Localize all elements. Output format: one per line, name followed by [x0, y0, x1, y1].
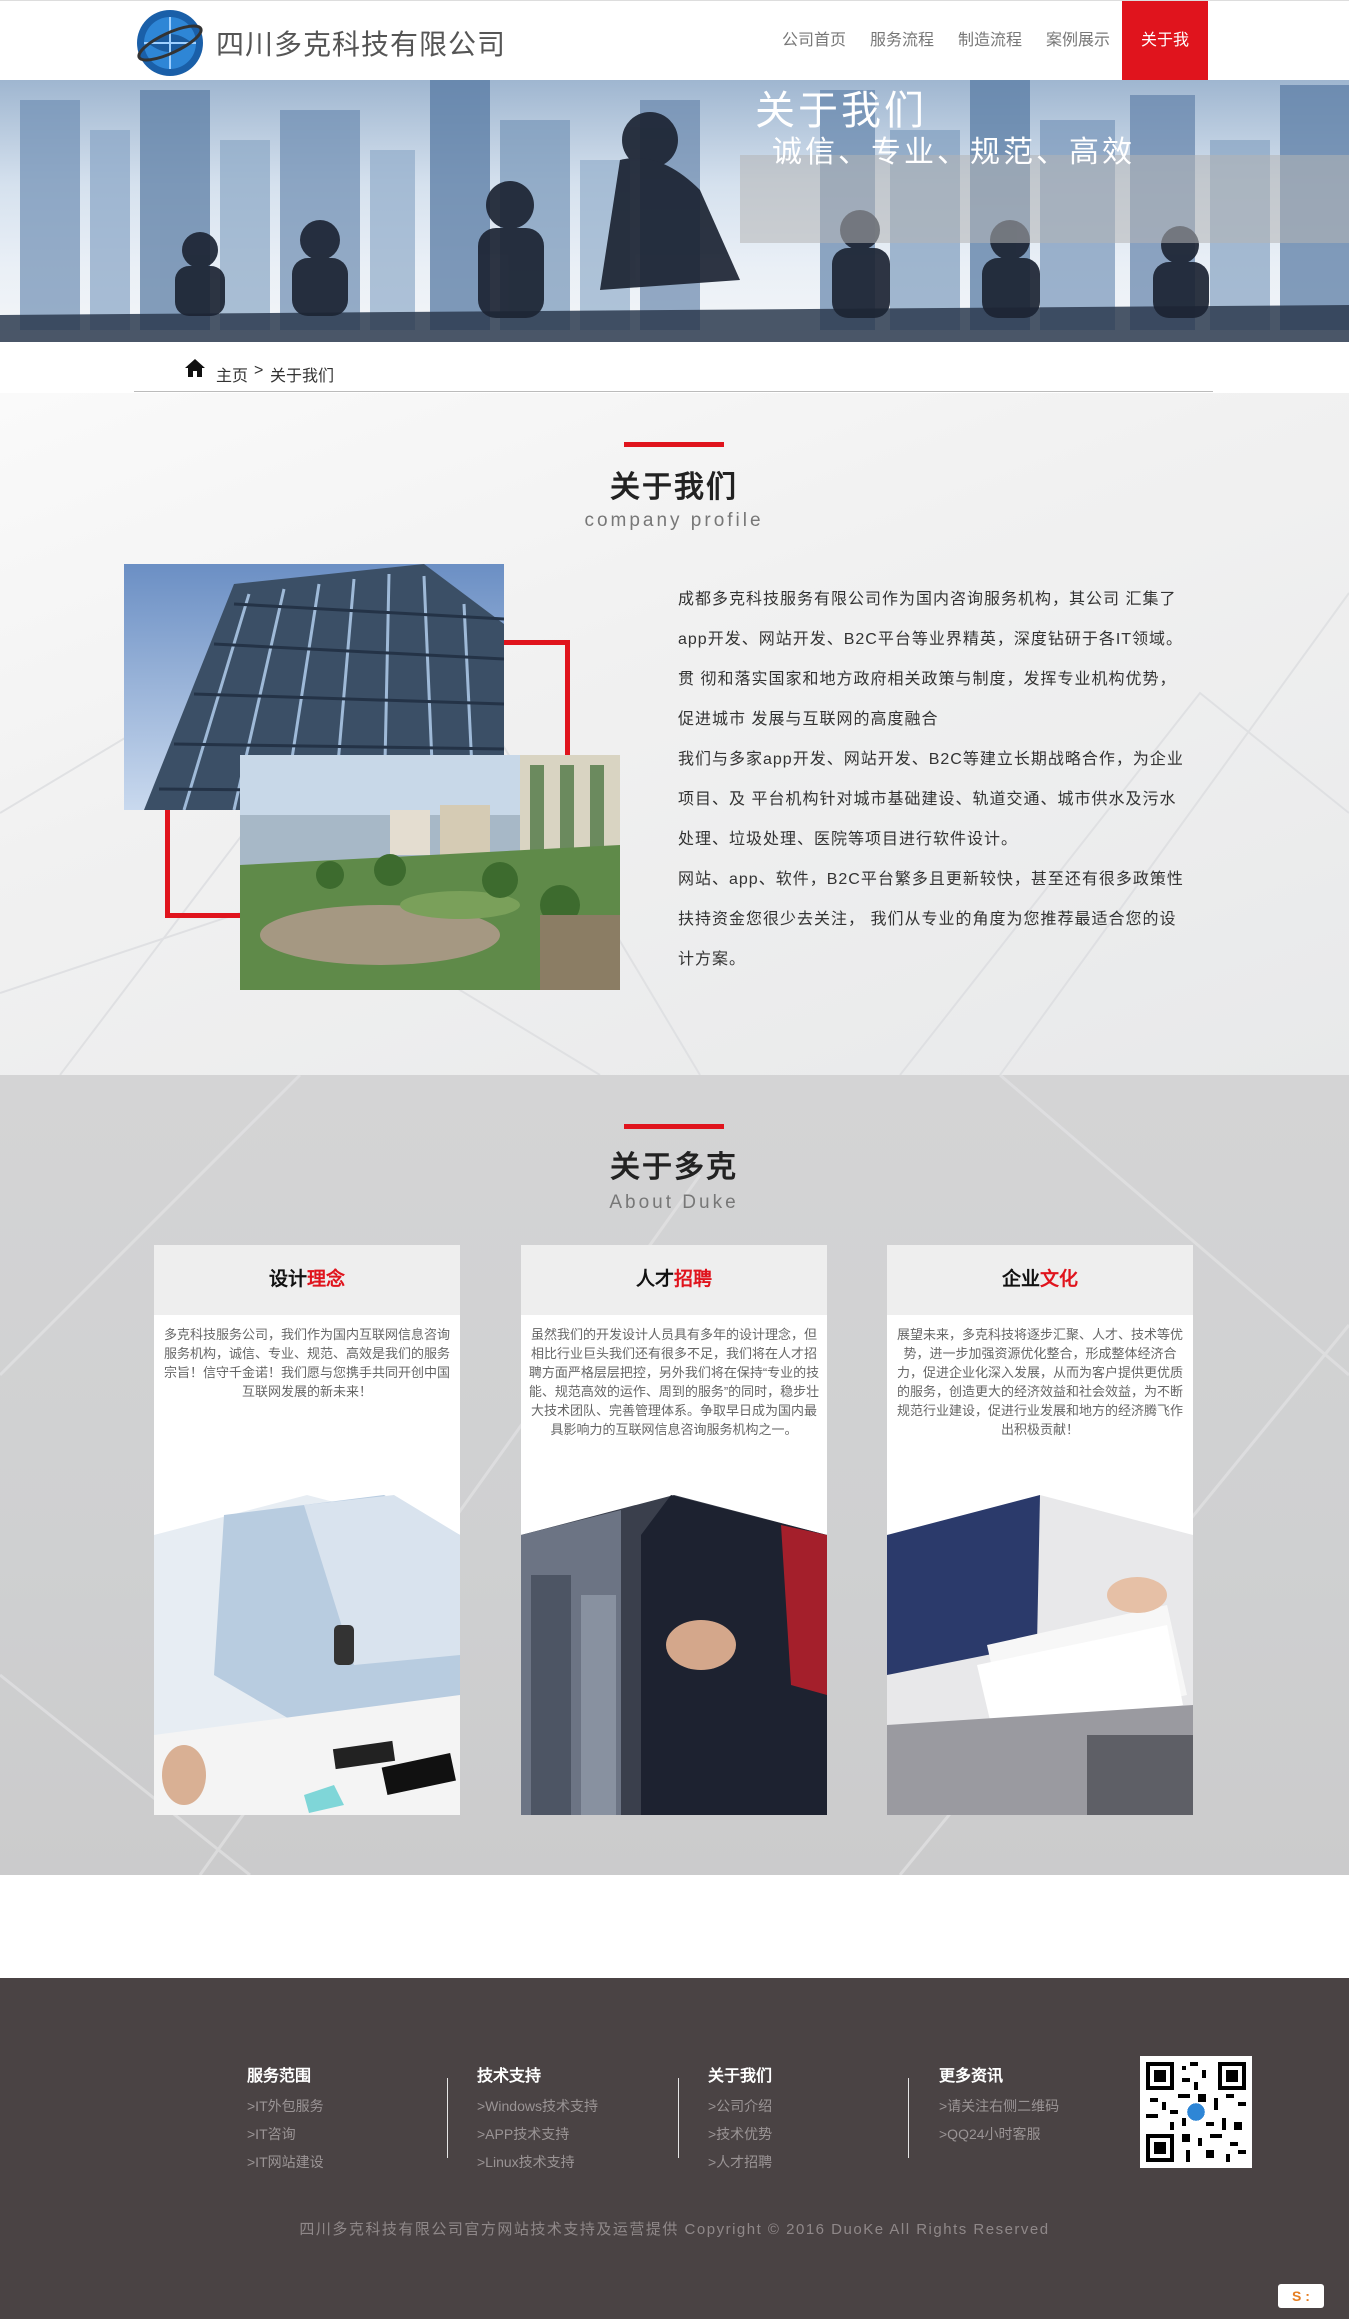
profile-title-bar [624, 442, 724, 447]
footer-link[interactable]: >请关注右侧二维码 [939, 2092, 1139, 2120]
home-icon[interactable] [184, 358, 206, 378]
profile-title: 关于我们 [610, 471, 738, 504]
card-talent-recruitment[interactable]: 人才招聘 虽然我们的开发设计人员具有多年的设计理念，但相比行业巨头我们还有很多不… [521, 1245, 827, 1815]
qr-code[interactable] [1140, 2056, 1252, 2168]
footer-column-title: 关于我们 [708, 2068, 773, 2085]
card-title: 企业文化 [887, 1245, 1193, 1315]
card-photo-handshake [521, 1495, 827, 1815]
footer-link[interactable]: >QQ24小时客服 [939, 2120, 1139, 2148]
about-subtitle: About Duke [609, 1192, 739, 1213]
footer-divider [678, 2078, 679, 2158]
card-title: 人才招聘 [521, 1245, 827, 1315]
footer-link[interactable]: >Linux技术支持 [477, 2148, 677, 2176]
footer-link[interactable]: >APP技术支持 [477, 2120, 677, 2148]
profile-paragraph: 成都多克科技服务有限公司作为国内咨询服务机构，其公司 汇集了app开发、网站开发… [678, 591, 1184, 728]
footer-link[interactable]: >技术优势 [708, 2120, 908, 2148]
breadcrumb-separator: > [254, 362, 264, 379]
card-title: 设计理念 [154, 1245, 460, 1315]
footer-column-title: 更多资讯 [939, 2068, 1004, 2085]
banner-subtitle: 诚信、专业、规范、高效 [772, 136, 1135, 169]
footer-divider [908, 2078, 909, 2158]
page-banner [0, 80, 1349, 342]
card-photo-business-man [154, 1495, 460, 1815]
footer-link[interactable]: >Windows技术支持 [477, 2092, 677, 2120]
breadcrumb-home-link[interactable]: 主页 [216, 362, 248, 386]
nav-about-us[interactable]: 关于我们 [1122, 1, 1209, 129]
profile-paragraph: 网站、app、软件，B2C平台繁多且更新较快，甚至还有很多政策性扶持资金您很少去… [678, 871, 1184, 968]
footer-link[interactable]: >IT咨询 [247, 2120, 447, 2148]
footer-divider [447, 2078, 448, 2158]
copyright-text: 四川多克科技有限公司官方网站技术支持及运营提供 Copyright © 2016… [299, 2221, 1050, 2238]
profile-paragraph: 我们与多家app开发、网站开发、B2C等建立长期战略合作，为企业项目、及 平台机… [678, 751, 1184, 848]
breadcrumb: 主页 > 关于我们 [134, 354, 1213, 392]
footer-column-title: 技术支持 [477, 2068, 542, 2085]
footer-link[interactable]: >人才招聘 [708, 2148, 908, 2176]
site-header: 四川多克科技有限公司 公司首页 服务流程 制造流程 案例展示 关于我们 [0, 0, 1349, 129]
input-method-badge[interactable]: S : [1278, 2284, 1324, 2308]
frame-line-right [565, 640, 570, 755]
city-park-photo [240, 755, 620, 990]
profile-description: 成都多克科技服务有限公司作为国内咨询服务机构，其公司 汇集了app开发、网站开发… [678, 580, 1190, 980]
card-text: 虽然我们的开发设计人员具有多年的设计理念，但相比行业巨头我们还有很多不足，我们将… [528, 1327, 820, 1437]
footer-column-services: 服务范围 >IT外包服务 >IT咨询 >IT网站建设 [247, 2062, 447, 2176]
nav-manufacturing-process[interactable]: 制造流程 [946, 1, 1034, 81]
nav-cases[interactable]: 案例展示 [1034, 1, 1122, 81]
footer-column-title: 服务范围 [247, 2068, 312, 2085]
breadcrumb-current: 关于我们 [270, 368, 335, 385]
card-corporate-culture[interactable]: 企业文化 展望未来，多克科技将逐步汇聚、人才、技术等优势，进一步加强资源优化整合… [887, 1245, 1193, 1815]
card-design-concept[interactable]: 设计理念 多克科技服务公司，我们作为国内互联网信息咨询服务机构，诚信、专业、规范… [154, 1245, 460, 1815]
footer-link[interactable]: >公司介绍 [708, 2092, 908, 2120]
frame-line-bottom [165, 913, 245, 918]
frame-line-left [165, 808, 170, 918]
nav-service-process[interactable]: 服务流程 [858, 1, 946, 81]
company-logo[interactable] [134, 7, 206, 79]
company-name: 四川多克科技有限公司 [216, 29, 507, 60]
main-nav: 公司首页 服务流程 制造流程 案例展示 关于我们 [770, 1, 1209, 129]
qr-code-icon [1146, 2062, 1246, 2162]
card-photo-documents [887, 1495, 1193, 1815]
nav-home[interactable]: 公司首页 [770, 1, 858, 81]
footer-column-about: 关于我们 >公司介绍 >技术优势 >人才招聘 [708, 2062, 908, 2176]
footer-column-tech-support: 技术支持 >Windows技术支持 >APP技术支持 >Linux技术支持 [477, 2062, 677, 2176]
footer-link[interactable]: >IT外包服务 [247, 2092, 447, 2120]
card-text: 展望未来，多克科技将逐步汇聚、人才、技术等优势，进一步加强资源优化整合，形成整体… [896, 1327, 1183, 1437]
card-text: 多克科技服务公司，我们作为国内互联网信息咨询服务机构，诚信、专业、规范、高效是我… [163, 1327, 450, 1399]
profile-subtitle: company profile [584, 510, 764, 531]
frame-line-top [500, 640, 570, 645]
about-title-bar [624, 1124, 724, 1129]
footer-link[interactable]: >IT网站建设 [247, 2148, 447, 2176]
about-title: 关于多克 [610, 1151, 738, 1184]
footer-column-more-info: 更多资讯 >请关注右侧二维码 >QQ24小时客服 [939, 2062, 1139, 2148]
